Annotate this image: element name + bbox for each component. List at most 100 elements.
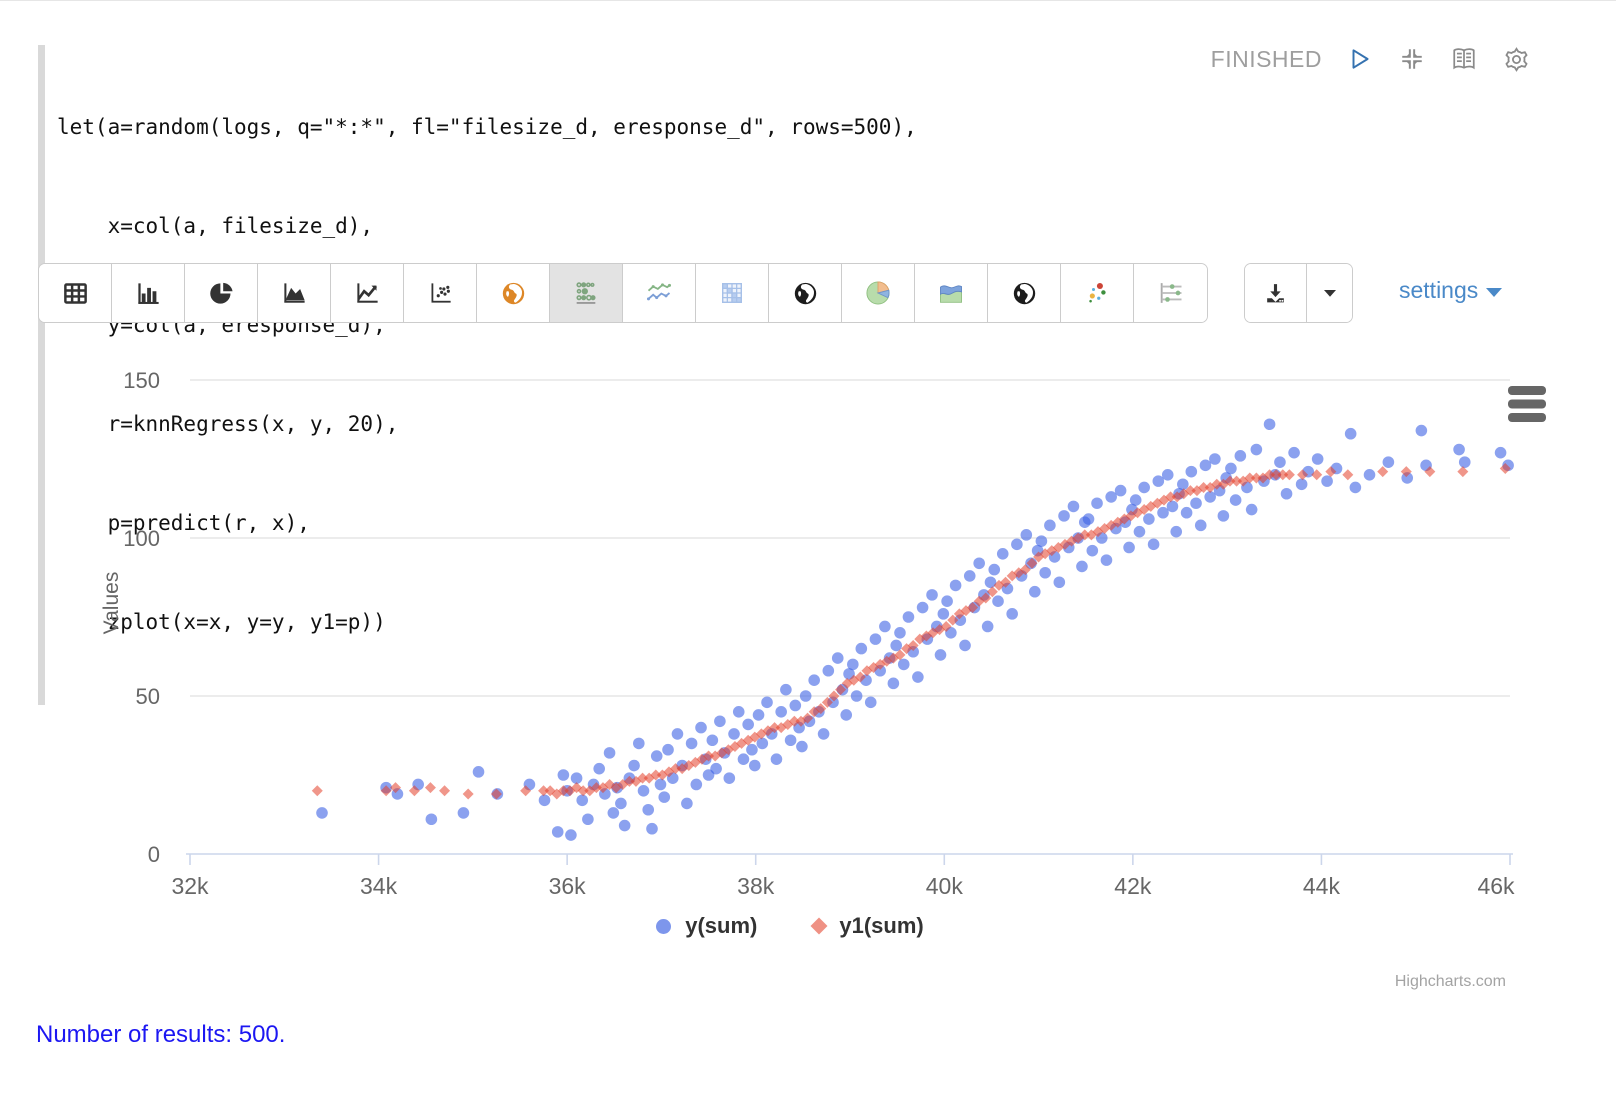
viz-globe-1-button[interactable] [769,264,842,322]
scatter-point-y(sum) [728,728,740,740]
scatter-point-y(sum) [1181,507,1193,519]
scatter-point-y(sum) [1011,539,1023,551]
scatter-point-y(sum) [1296,478,1308,490]
scatter-point-y(sum) [458,807,470,819]
scatter-point-y(sum) [1006,608,1018,620]
viz-range-dots-button[interactable] [1134,264,1207,322]
scatter-point-y(sum) [1177,478,1189,490]
viz-scatter-matrix-button[interactable] [550,264,623,322]
scatter-point-y(sum) [738,753,750,765]
scatter-point-y(sum) [964,570,976,582]
x-tick-label: 44k [1303,873,1341,899]
scatter-point-y(sum) [1364,469,1376,481]
legend-label: y1(sum) [839,913,923,939]
scatter-point-y(sum) [870,633,882,645]
viz-area-pastel-button[interactable] [915,264,988,322]
scatter-point-y(sum) [1321,475,1333,487]
viz-table-button[interactable] [39,264,112,322]
scatter-point-y(sum) [646,823,658,835]
viz-pie-chart-button[interactable] [185,264,258,322]
scatter-point-y(sum) [1230,494,1242,506]
code-line: x=col(a, filesize_d), [57,210,917,243]
scatter-point-y(sum) [695,722,707,734]
viz-globe-2-button[interactable] [988,264,1061,322]
scatter-point-y(sum) [894,627,906,639]
legend-marker-diamond [811,918,828,935]
scatter-point-y(sum) [847,659,859,671]
scatter-point-y(sum) [898,659,910,671]
viz-bar-chart-button[interactable] [112,264,185,322]
chart-context-menu-icon[interactable] [1508,400,1546,409]
scatter-point-y(sum) [426,813,438,825]
scatter-point-y(sum) [879,621,891,633]
scatter-point-y(sum) [749,760,761,772]
scatter-point-y(sum) [1288,447,1300,459]
legend-item-y1(sum)[interactable]: y1(sum) [813,913,923,939]
scatter-point-y(sum) [686,738,698,750]
viz-map-orange-button[interactable] [477,264,550,322]
scatter-point-y(sum) [790,700,802,712]
scatter-point-y(sum) [840,709,852,721]
scatter-point-y(sum) [1195,520,1207,532]
viz-bubble-colors-button[interactable] [1061,264,1134,322]
viz-pie-pastel-button[interactable] [842,264,915,322]
y-tick-label: 0 [148,842,160,867]
scatter-point-y(sum) [1115,485,1127,497]
legend-marker-circle [656,919,671,934]
scatter-point-y(sum) [1029,586,1041,598]
gear-icon[interactable] [1502,45,1530,73]
scatter-point-y(sum) [808,674,820,686]
scatter-point-y(sum) [1058,510,1070,522]
scatter-point-y(sum) [1044,520,1056,532]
scatter-point-y(sum) [651,750,663,762]
scatter-point-y(sum) [615,798,627,810]
download-button[interactable] [1245,264,1307,322]
chart-context-menu-icon[interactable] [1508,386,1546,395]
collapse-icon[interactable] [1398,45,1426,73]
legend-item-y(sum)[interactable]: y(sum) [656,913,757,939]
settings-toggle[interactable]: settings [1399,277,1502,304]
scatter-point-y(sum) [959,640,971,652]
scatter-point-y(sum) [658,791,670,803]
scatter-point-y(sum) [761,697,773,709]
chart-context-menu-icon[interactable] [1508,413,1546,422]
scatter-point-y(sum) [941,595,953,607]
editor-toggle-icon[interactable] [1450,45,1478,73]
scatter-point-y(sum) [1134,526,1146,538]
scatter-point-y(sum) [604,747,616,759]
viz-line-chart-button[interactable] [331,264,404,322]
scatter-point-y(sum) [1143,513,1155,525]
run-icon[interactable] [1346,45,1374,73]
scatter-point-y(sum) [1312,453,1324,465]
highcharts-credits[interactable]: Highcharts.com [1395,973,1506,991]
scatter-point-y(sum) [1218,510,1230,522]
regression-point-y1(sum) [425,782,436,793]
scatter-point-y(sum) [950,580,962,592]
viz-multi-line-button[interactable] [623,264,696,322]
scatter-point-y(sum) [1200,460,1212,472]
viz-heatmap-button[interactable] [696,264,769,322]
download-split-button [1244,263,1353,323]
x-tick-label: 40k [926,873,964,899]
status-badge: FINISHED [1211,46,1322,73]
scatter-point-y(sum) [1054,576,1066,588]
scatter-point-y(sum) [1281,488,1293,500]
settings-caret-icon [1486,288,1502,297]
viz-toolbar: settings [38,263,1578,323]
scatter-point-y(sum) [926,589,938,601]
scatter-point-y(sum) [576,794,588,806]
scatter-point-y(sum) [1383,456,1395,468]
scatter-point-y(sum) [662,744,674,756]
scatter-point-y(sum) [1036,535,1048,547]
scatter-point-y(sum) [780,684,792,696]
scatter-point-y(sum) [565,829,577,841]
viz-area-chart-button[interactable] [258,264,331,322]
scatter-point-y(sum) [1087,545,1099,557]
download-caret-button[interactable] [1307,264,1352,322]
scatter-point-y(sum) [672,728,684,740]
paragraph-controls: FINISHED [1211,45,1530,73]
scatter-point-y(sum) [633,738,645,750]
scatter-point-y(sum) [681,798,693,810]
viz-scatter-button[interactable] [404,264,477,322]
scatter-point-y(sum) [710,763,722,775]
